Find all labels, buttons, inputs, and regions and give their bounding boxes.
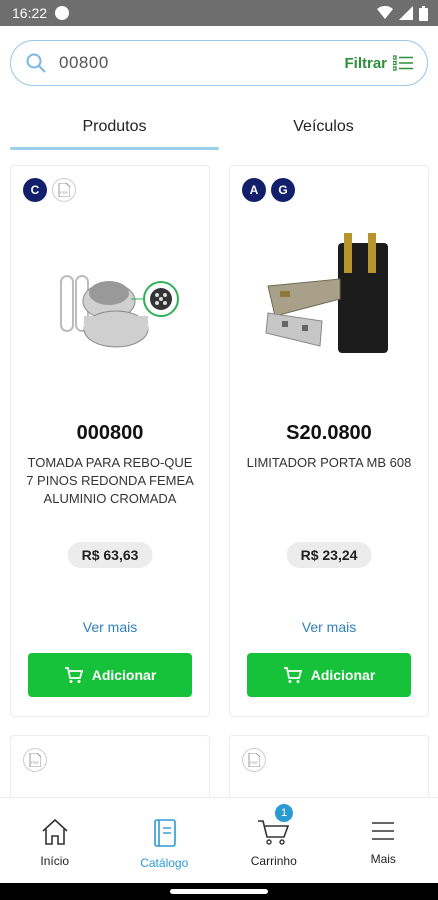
- status-bar: 16:22: [0, 0, 438, 26]
- tab-produtos[interactable]: Produtos: [10, 104, 219, 150]
- home-indicator[interactable]: [170, 889, 268, 894]
- filter-button[interactable]: Filtrar: [344, 55, 413, 72]
- catalog-icon: [154, 819, 177, 847]
- notification-icon: [55, 6, 70, 20]
- category-badge: G: [271, 178, 295, 202]
- add-to-cart-button[interactable]: Adicionar: [28, 653, 192, 697]
- search-input[interactable]: 00800: [59, 53, 109, 73]
- nav-label: Catálogo: [140, 856, 189, 870]
- add-label: Adicionar: [91, 667, 157, 683]
- menu-icon: [372, 822, 395, 840]
- network-icon: [399, 6, 413, 20]
- svg-text:PDF: PDF: [31, 760, 40, 765]
- product-image: [265, 233, 388, 353]
- status-time: 16:22: [12, 5, 48, 21]
- tab-bar: Produtos Veículos: [10, 104, 428, 150]
- pdf-icon[interactable]: PDF: [52, 178, 76, 202]
- product-badges: A G: [242, 178, 295, 202]
- product-badges: PDF: [23, 748, 47, 772]
- product-image: [60, 275, 179, 348]
- svg-text:PDF: PDF: [250, 760, 259, 765]
- product-description: TOMADA PARA REBO-QUE 7 PINOS REDONDA FEM…: [26, 455, 194, 506]
- nav-label: Mais: [370, 852, 396, 866]
- product-code: S20.0800: [286, 422, 372, 444]
- cart-icon: [257, 820, 289, 845]
- add-to-cart-button[interactable]: Adicionar: [247, 653, 411, 697]
- add-label: Adicionar: [310, 667, 376, 683]
- category-badge: C: [23, 178, 47, 202]
- product-card[interactable]: A G S20.0800 LIMITADOR PORTA MB 608 R$ 2…: [229, 165, 429, 717]
- nav-catalogo[interactable]: Catálogo: [110, 798, 220, 883]
- pdf-icon[interactable]: PDF: [23, 748, 47, 772]
- filter-label: Filtrar: [344, 54, 387, 72]
- category-badge: A: [242, 178, 266, 202]
- cart-icon: [64, 667, 83, 683]
- product-price: R$ 63,63: [67, 542, 153, 568]
- product-description: LIMITADOR PORTA MB 608: [246, 455, 412, 470]
- system-home-bar: [0, 883, 438, 900]
- nav-mais[interactable]: Mais: [329, 798, 438, 883]
- cart-icon: [283, 667, 302, 683]
- product-badges: PDF: [242, 748, 266, 772]
- product-code: 000800: [76, 422, 144, 444]
- product-badges: C PDF: [23, 178, 76, 202]
- nav-inicio[interactable]: Início: [0, 798, 110, 883]
- cart-count-badge: 1: [275, 804, 293, 822]
- nav-label: Carrinho: [250, 854, 297, 868]
- filter-list-icon: [393, 55, 413, 71]
- tab-veiculos[interactable]: Veículos: [219, 104, 428, 150]
- home-icon: [42, 818, 68, 845]
- svg-text:PDF: PDF: [60, 190, 69, 195]
- battery-icon: [419, 5, 428, 21]
- search-bar[interactable]: 00800 Filtrar: [10, 40, 428, 86]
- product-card[interactable]: C PDF 000800 TOMADA PARA REBO-QUE 7 PINO…: [10, 165, 210, 717]
- see-more-link[interactable]: Ver mais: [11, 619, 209, 635]
- see-more-link[interactable]: Ver mais: [230, 619, 428, 635]
- pdf-icon[interactable]: PDF: [242, 748, 266, 772]
- search-icon: [26, 53, 46, 73]
- product-price: R$ 23,24: [286, 542, 372, 568]
- nav-label: Início: [40, 854, 70, 868]
- signal-icon: [377, 6, 393, 19]
- bottom-navigation: Início Catálogo 1 Carrinho Mais: [0, 797, 438, 883]
- status-icons: [377, 5, 428, 21]
- nav-carrinho[interactable]: 1 Carrinho: [219, 798, 329, 883]
